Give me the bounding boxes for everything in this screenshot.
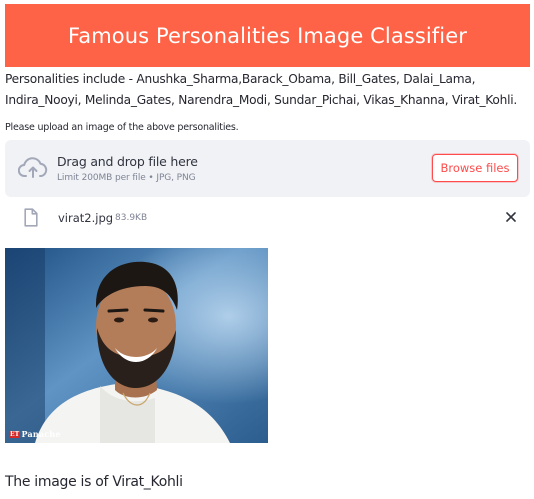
watermark-text: Panache [21,429,61,439]
file-dropzone[interactable]: Drag and drop file here Limit 200MB per … [5,140,530,197]
file-icon [24,208,38,227]
portrait-illustration [5,248,268,443]
uploaded-file-row: virat2.jpg 83.9KB [5,203,530,233]
dropzone-limit-text: Limit 200MB per file • JPG, PNG [57,173,196,183]
prediction-result: The image is of Virat_Kohli [5,474,183,490]
image-watermark: ET Panache [9,429,61,439]
app-header: Famous Personalities Image Classifier [5,4,530,67]
browse-files-button[interactable]: Browse files [432,154,518,182]
watermark-tag: ET [9,431,21,438]
remove-file-close-icon[interactable] [503,209,519,225]
cloud-upload-icon [17,157,48,179]
upload-label: Please upload an image of the above pers… [5,122,239,133]
file-size: 83.9KB [115,213,148,223]
uploaded-image: ET Panache [5,248,268,443]
file-name: virat2.jpg [58,211,114,225]
personalities-description: Personalities include - Anushka_Sharma,B… [5,72,518,107]
dropzone-title: Drag and drop file here [57,154,198,169]
page-title: Famous Personalities Image Classifier [68,23,467,48]
